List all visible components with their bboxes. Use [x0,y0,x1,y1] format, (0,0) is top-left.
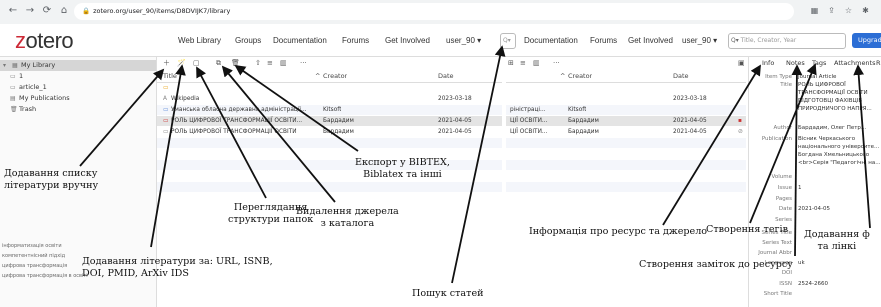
annotation-add-files: Додавання ф та лінкі [804,229,870,252]
annotation-create-notes: Створення заміток до ресурсу [639,259,793,270]
annotation-add-by-id: Додавання літератури за: URL, ISNB, DOI,… [82,256,273,279]
arrow-search [451,45,506,284]
arrow-resource-info [662,64,761,226]
annotation-add-list: Додавання списку літератури вручну [4,168,99,191]
annotation-resource-info: Інформація про ресурс та джерело [529,226,708,237]
arrow-add-list [79,68,165,167]
arrow-add-files [853,64,871,229]
arrow-create-notes [791,64,803,257]
annotation-delete-source: Видалення джерела з каталога [296,206,399,229]
annotation-export: Експорт у BIBTEX, Biblatex та інші [355,157,450,180]
arrow-export [234,64,359,152]
arrow-view-folders [196,66,267,199]
arrow-delete-source [221,65,336,203]
annotation-search-articles: Пошук статей [412,288,484,299]
arrow-add-by-id [150,64,186,248]
arrow-create-tags [749,63,817,224]
annotation-create-tags: Створення тегів [706,224,789,235]
